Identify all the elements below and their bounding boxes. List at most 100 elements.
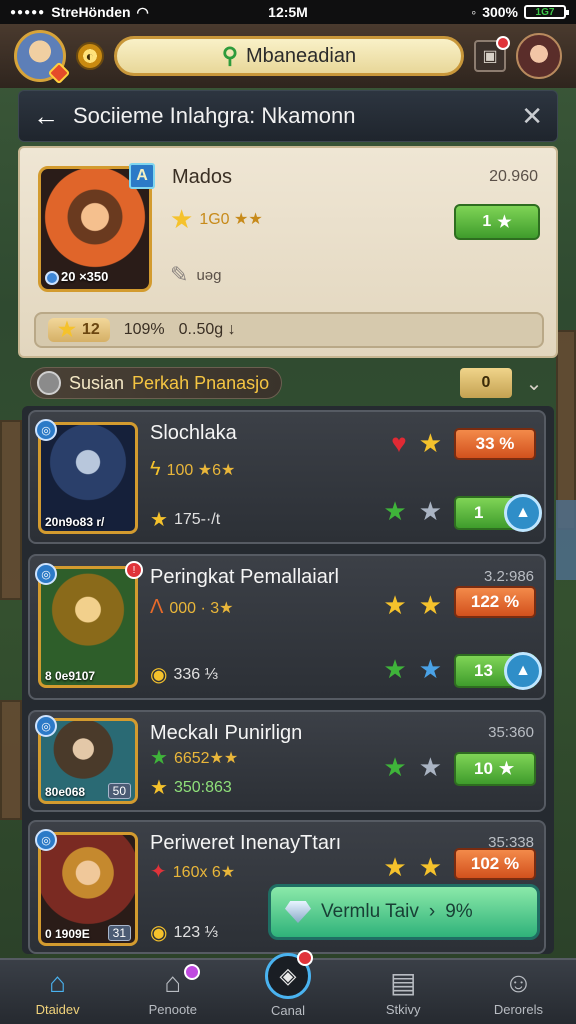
row-name: Slochlaka	[150, 422, 237, 444]
search-bar[interactable]: ⚲ Mbaneadian	[114, 36, 464, 76]
star-icon[interactable]: ★	[419, 854, 442, 880]
chevron-down-icon[interactable]: ⌄	[522, 371, 546, 396]
upgrade-icon: ▲	[504, 652, 542, 690]
flame-icon: Λ	[150, 596, 164, 618]
section-label-b: Perkah Pnanasjo	[132, 372, 270, 393]
search-icon: ⚲	[221, 43, 239, 68]
star-icon: ★	[150, 509, 168, 531]
progress-text-b: 0..50g ↓	[178, 321, 236, 338]
row-rate: ϟ 100 ★6★	[150, 458, 236, 480]
star-icon: ★	[498, 759, 515, 778]
claim-button[interactable]: Vermlu Taiv › 9%	[268, 884, 540, 940]
star-icon[interactable]: ★	[383, 754, 406, 780]
class-icon: ◎	[35, 419, 57, 441]
star-icon: ★	[150, 747, 168, 769]
row-thumbnail: ◎ 31 0 1909E	[35, 829, 138, 946]
row-action-button[interactable]: 10 ★	[454, 752, 536, 786]
upgrade-icon: ▲	[504, 494, 542, 532]
coin-icon[interactable]: ◐	[76, 42, 104, 70]
featured-card[interactable]: A 20 ×350 Mados 20.960 ★ 1G0 ★★ ✎ uəg 1 …	[18, 146, 558, 358]
star-icon[interactable]: ★	[419, 498, 442, 524]
star-icon: ✦	[150, 861, 167, 883]
coin-icon: ◉	[150, 664, 168, 686]
nav-item-home[interactable]: ⌂ Dtaidev	[0, 960, 115, 1024]
row-action-button[interactable]: 1 ▲	[454, 494, 542, 532]
back-icon[interactable]: ←	[33, 101, 73, 132]
row-icons-top: ★ ★	[383, 854, 442, 880]
section-label-a: Susian	[69, 372, 125, 393]
list-item[interactable]: ◎ ! 8 0e9107 Peringkat Pemallaiarl 3.2:9…	[28, 554, 546, 700]
rank-badge-icon	[47, 61, 71, 85]
list-item[interactable]: ◎ 20n9o83 r/ Slochlaka ϟ 100 ★6★ ★ 175-·…	[28, 410, 546, 544]
close-icon[interactable]: ✕	[513, 101, 543, 132]
nav-item-story[interactable]: ▤ Stkivy	[346, 960, 461, 1024]
star-icon[interactable]: ★	[383, 854, 406, 880]
diamond-icon	[285, 901, 311, 923]
star-icon[interactable]: ★	[383, 498, 406, 524]
star-icon: ★	[58, 319, 76, 341]
page-title: Sociieme Inlahgra: Nkamonn	[73, 103, 356, 128]
battery-percent: 300%	[482, 4, 518, 20]
nav-item-house[interactable]: ⌂ Penoote	[115, 960, 230, 1024]
nav-label: Derorels	[493, 1001, 543, 1017]
featured-action-button[interactable]: 1 ★	[454, 204, 540, 240]
section-icon	[37, 371, 61, 395]
background-wall-left	[0, 420, 22, 600]
row-thumbnail-caption: 8 0e9107	[45, 669, 96, 683]
gem-icon	[45, 271, 59, 285]
nav-label: Dtaidev	[35, 1001, 80, 1017]
class-icon: ◎	[35, 563, 57, 585]
class-icon: A	[129, 163, 155, 189]
row-stat: ◉ 336 ⅓	[150, 664, 218, 686]
featured-rank: ★ 1G0 ★★	[170, 204, 263, 234]
list-item[interactable]: ◎ 50 80e068 Meckalı Punirlign 35:360 ★ 6…	[28, 710, 546, 812]
star-icon[interactable]: ★	[419, 430, 442, 456]
bag-button[interactable]: ▣	[474, 36, 510, 72]
row-action-button[interactable]: 13 ▲	[454, 652, 542, 690]
nav-label: Penoote	[148, 1001, 198, 1017]
row-percent-button[interactable]: 102 %	[454, 848, 536, 880]
location-icon: ◦	[471, 4, 477, 20]
row-thumbnail-caption: 0 1909E	[45, 927, 90, 941]
star-icon[interactable]: ★	[383, 592, 406, 618]
star-icon[interactable]: ★	[419, 592, 442, 618]
nav-item-canal[interactable]: ◈ Canal	[230, 950, 345, 1024]
carrier-name: StreHönden	[51, 4, 131, 20]
top-bar: ◐ ⚲ Mbaneadian ▣	[0, 24, 576, 88]
row-icons-top: ♥ ★	[391, 430, 442, 456]
battery-icon: 1G7	[524, 5, 569, 19]
coin-icon: ◉	[150, 922, 168, 944]
star-icon[interactable]: ★	[419, 656, 442, 682]
star-icon[interactable]: ★	[419, 754, 442, 780]
alert-icon: !	[125, 561, 143, 579]
star-icon: ★	[497, 214, 512, 231]
row-name: Peringkat Pemallaiarl	[150, 566, 339, 588]
background-roof-right	[556, 500, 576, 580]
row-percent-button[interactable]: 33 %	[454, 428, 536, 460]
row-thumbnail: ◎ 20n9o83 r/	[35, 419, 138, 534]
row-stat: ★ 175-·/t	[150, 509, 221, 531]
section-header[interactable]: Susian Perkah Pnanasjo 0 ⌄	[30, 364, 546, 402]
bottom-nav: ⌂ Dtaidev ⌂ Penoote ◈ Canal ▤ Stkivy ☺ D…	[0, 950, 576, 1024]
row-right-value: 3.2:986	[483, 568, 534, 585]
star-icon[interactable]: ★	[383, 656, 406, 682]
featured-portrait-level: 20 ×350	[45, 269, 108, 285]
row-stat: ★ 350:863	[150, 777, 232, 799]
home-icon: ⌂	[49, 966, 67, 998]
story-icon: ▤	[389, 967, 417, 998]
section-count: 0	[460, 368, 512, 398]
claim-arrow: ›	[428, 901, 436, 922]
nav-item-profile[interactable]: ☺ Derorels	[461, 960, 576, 1024]
search-label: Mbaneadian	[246, 44, 357, 67]
class-icon: ◎	[35, 829, 57, 851]
heart-icon[interactable]: ♥	[391, 430, 406, 456]
row-percent-button[interactable]: 122 %	[454, 586, 536, 618]
row-icons-bottom: ★ ★	[383, 498, 442, 524]
notification-dot	[496, 36, 510, 50]
row-stat: ◉ 123 ⅓	[150, 922, 218, 944]
player-avatar[interactable]	[14, 30, 71, 85]
row-thumbnail-caption: 80e068	[45, 785, 86, 799]
person-icon: ☺	[504, 966, 533, 998]
bag-icon: ▣	[482, 48, 498, 65]
profile-picture[interactable]	[516, 33, 562, 79]
